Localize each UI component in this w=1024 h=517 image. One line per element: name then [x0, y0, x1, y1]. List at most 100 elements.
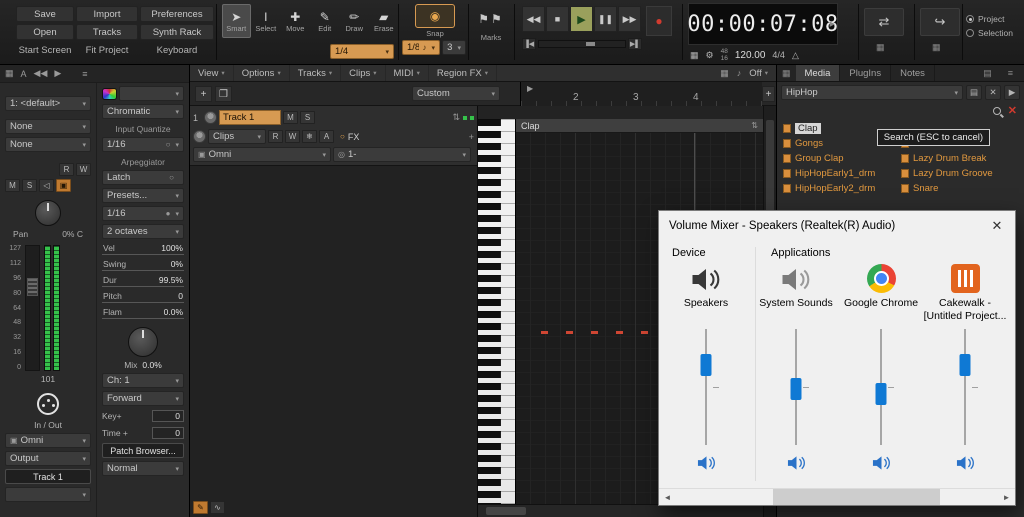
- lock-icon[interactable]: ●: [166, 209, 171, 218]
- arp-octaves-dropdown[interactable]: 2 octaves: [102, 224, 184, 239]
- arp-rate-dropdown[interactable]: 1/16 ●: [102, 206, 184, 221]
- project-radio[interactable]: Project: [966, 14, 1013, 24]
- workspace-dropdown[interactable]: Custom: [412, 86, 500, 101]
- scroll-left-icon[interactable]: ◄: [659, 493, 676, 502]
- chrome-volume-slider[interactable]: [838, 329, 924, 445]
- add-clip-button[interactable]: +: [195, 86, 212, 102]
- playhead-marker-icon[interactable]: ▶: [527, 84, 533, 93]
- file-item[interactable]: HipHopEarly2_drm: [783, 182, 901, 195]
- position-slider-handle[interactable]: [586, 42, 596, 46]
- cakewalk-volume-slider[interactable]: [922, 329, 1008, 445]
- cakewalk-slider-handle[interactable]: [959, 353, 971, 376]
- input-quantize-dropdown[interactable]: 1/16 ○: [102, 137, 184, 152]
- track-read-button[interactable]: R: [268, 130, 283, 143]
- input-none-dropdown-1[interactable]: None: [5, 119, 91, 134]
- track-name-button[interactable]: Track 1: [5, 469, 91, 484]
- loop-grid-icon[interactable]: ▦: [876, 42, 885, 53]
- position-slider[interactable]: [538, 40, 626, 48]
- midi-out-icon[interactable]: ▣: [56, 179, 71, 192]
- system-sounds-volume-slider[interactable]: [753, 329, 839, 445]
- mix-knob[interactable]: [128, 327, 158, 357]
- track-mute-button[interactable]: M: [283, 111, 298, 124]
- flam-param[interactable]: Flam 0.0%: [102, 306, 184, 319]
- normal-dropdown[interactable]: Normal: [102, 461, 184, 476]
- mute-button[interactable]: M: [5, 179, 20, 192]
- play-button[interactable]: ▶: [570, 6, 593, 32]
- volume-value[interactable]: 101: [5, 374, 91, 384]
- time-display[interactable]: 00:00:07:08 ▶: [687, 3, 838, 45]
- menu-midi[interactable]: MIDI: [386, 65, 429, 81]
- import-button[interactable]: Import: [76, 6, 138, 22]
- erase-tool-button[interactable]: ▰ Erase: [370, 4, 399, 38]
- marker-flags-icon[interactable]: ⚑⚑: [472, 6, 510, 32]
- track-1-strip[interactable]: 1 Track 1 M S ⇅ Clips ▾ R W ❄ A ○ FX + ▣…: [190, 106, 477, 166]
- menu-options[interactable]: Options: [234, 65, 290, 81]
- file-item[interactable]: Lazy Drum Break: [901, 152, 993, 165]
- note-event[interactable]: [541, 331, 548, 334]
- bottom-empty-dropdown[interactable]: [5, 487, 91, 502]
- menu-tracks[interactable]: Tracks: [290, 65, 342, 81]
- note-event[interactable]: [566, 331, 573, 334]
- export-grid-icon[interactable]: ▦: [932, 42, 941, 53]
- duplicate-button[interactable]: ❐: [215, 86, 232, 102]
- transients-icon[interactable]: ∿: [210, 501, 225, 514]
- freeze-icon[interactable]: ❄: [302, 130, 317, 143]
- folder-icon[interactable]: ▤: [978, 68, 997, 79]
- input-omni-dropdown[interactable]: ▣ Omni: [5, 433, 91, 448]
- search-icon[interactable]: [992, 107, 1001, 115]
- menu-view[interactable]: View: [190, 65, 234, 81]
- horizontal-scrollbar-thumb[interactable]: [486, 507, 526, 515]
- input-none-dropdown-2[interactable]: None: [5, 137, 91, 152]
- fit-project-button[interactable]: Fit Project: [76, 42, 138, 58]
- snap-resolution-dropdown[interactable]: 1/8 ♪: [402, 40, 440, 55]
- color-palette-icon[interactable]: [102, 87, 117, 100]
- go-to-start-button[interactable]: ▐◀: [522, 38, 536, 50]
- new-folder-icon[interactable]: ▤: [966, 85, 982, 100]
- direction-dropdown[interactable]: Forward: [102, 391, 184, 406]
- volume-fader[interactable]: [25, 245, 40, 371]
- clip-expand-icon[interactable]: ⇅: [751, 121, 758, 130]
- speakers-slider-handle[interactable]: [700, 353, 712, 376]
- note-event[interactable]: [641, 331, 648, 334]
- solo-button[interactable]: S: [22, 179, 37, 192]
- selection-radio[interactable]: Selection: [966, 28, 1013, 38]
- system-sounds-mute-button[interactable]: [753, 451, 839, 475]
- cakewalk-mute-button[interactable]: [922, 451, 1008, 475]
- smart-tool-button[interactable]: ➤ Smart: [222, 4, 251, 38]
- swing-param[interactable]: Swing 0%: [102, 258, 184, 271]
- stop-button[interactable]: ■: [546, 6, 569, 32]
- system-sounds-slider-handle[interactable]: [790, 378, 802, 401]
- dur-param[interactable]: Dur 99.5%: [102, 274, 184, 287]
- track-preset-dropdown[interactable]: 1: <default>: [5, 96, 91, 111]
- add-fx-icon[interactable]: +: [469, 132, 474, 142]
- pitch-param[interactable]: Pitch 0: [102, 290, 184, 303]
- track-avatar-icon[interactable]: [204, 111, 217, 124]
- snap-count-dropdown[interactable]: 3: [442, 40, 466, 55]
- go-to-end-button[interactable]: ▶▌: [628, 38, 642, 50]
- loop-button[interactable]: ⇄: [864, 8, 904, 36]
- open-button[interactable]: Open: [16, 24, 74, 40]
- output-dropdown[interactable]: Output: [5, 451, 91, 466]
- metronome-icon[interactable]: △: [792, 50, 799, 61]
- close-location-icon[interactable]: ✕: [985, 85, 1001, 100]
- archive-button[interactable]: A: [319, 130, 334, 143]
- expand-track-icon[interactable]: ⇅: [452, 112, 460, 123]
- latch-button[interactable]: Latch ○: [102, 170, 184, 185]
- track-manager-icon[interactable]: ✎: [193, 501, 208, 514]
- pan-value[interactable]: 0% C: [62, 229, 83, 239]
- timeline-ruler[interactable]: ▶ 2 3 4: [520, 82, 762, 106]
- clip-header[interactable]: Clap ⇅: [516, 119, 763, 133]
- track-write-button[interactable]: W: [285, 130, 300, 143]
- add-track-button[interactable]: +: [762, 86, 775, 102]
- draw-tool-button[interactable]: ✏ Draw: [340, 4, 369, 38]
- fx-rack[interactable]: ○ FX: [340, 132, 359, 142]
- power-icon[interactable]: ○: [166, 140, 171, 149]
- track-solo-button[interactable]: S: [300, 111, 315, 124]
- note-event[interactable]: [591, 331, 598, 334]
- scale-dropdown[interactable]: Chromatic: [102, 104, 184, 119]
- inspector-menu-icon[interactable]: ≡: [82, 69, 87, 79]
- edit-tool-button[interactable]: ✎ Edit: [311, 4, 340, 38]
- fast-forward-button[interactable]: ▶▶: [618, 6, 641, 32]
- piano-keys[interactable]: [478, 119, 516, 504]
- menu-region-fx[interactable]: Region FX: [429, 65, 497, 81]
